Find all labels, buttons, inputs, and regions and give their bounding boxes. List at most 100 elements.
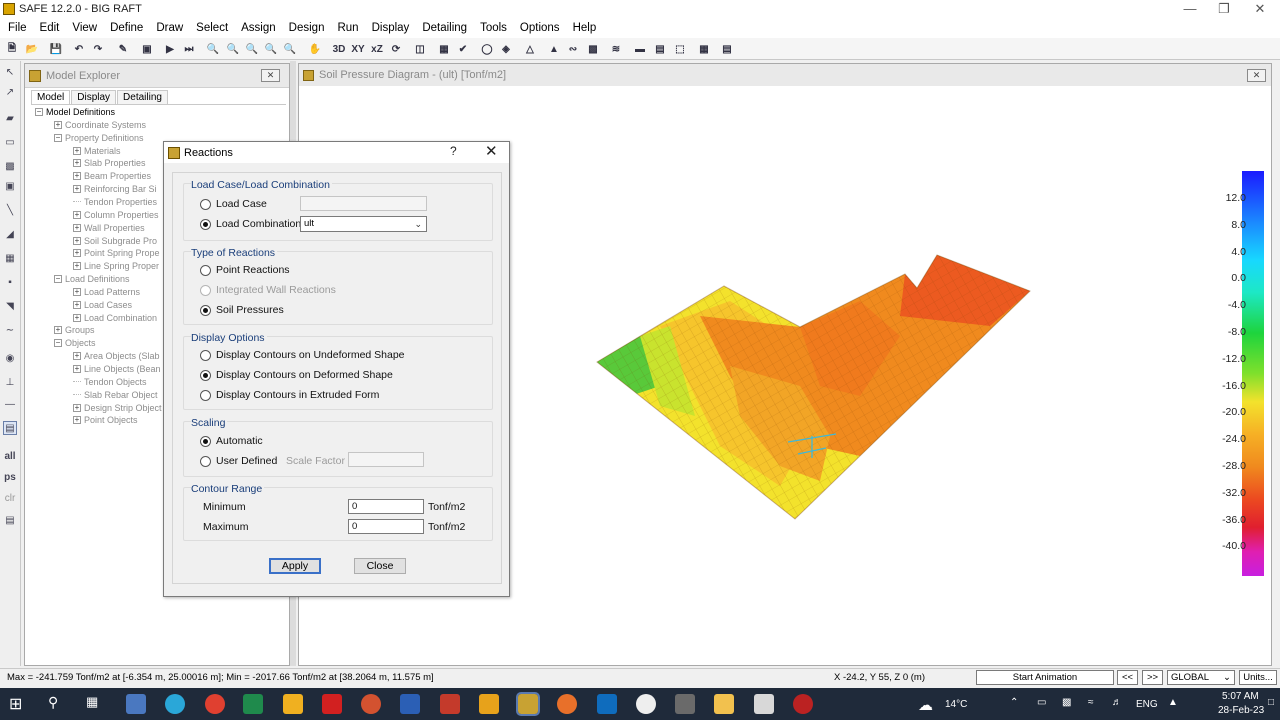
expand-toggle-icon[interactable]: +: [73, 313, 81, 322]
menu-options[interactable]: Options: [520, 22, 560, 34]
tab-model[interactable]: Model: [31, 90, 71, 104]
menu-help[interactable]: Help: [573, 22, 597, 34]
expand-toggle-icon[interactable]: −: [54, 275, 62, 284]
volume-icon[interactable]: ♬: [1112, 697, 1122, 708]
expand-toggle-icon[interactable]: −: [54, 339, 62, 348]
previous-selection-button[interactable]: ps: [3, 470, 17, 484]
triangle-icon[interactable]: △: [523, 42, 537, 56]
tree-item-load-patterns[interactable]: + Load Patterns: [73, 287, 140, 297]
tree-item-property-definitions[interactable]: − Property Definitions: [54, 133, 144, 143]
expand-toggle-icon[interactable]: +: [73, 416, 81, 425]
camera-app-icon[interactable]: [126, 694, 146, 714]
tree-item-point-objects[interactable]: + Point Objects: [73, 415, 138, 425]
tree-item-point-spring-prope[interactable]: + Point Spring Prope: [73, 248, 160, 258]
draw-tendon-icon[interactable]: ∼: [3, 323, 17, 337]
undeformed-radio[interactable]: Display Contours on Undeformed Shape: [200, 349, 405, 361]
chrome-icon[interactable]: [205, 694, 225, 714]
zoom-full-icon[interactable]: 🔍: [245, 42, 259, 56]
expand-toggle-icon[interactable]: +: [73, 210, 81, 219]
menu-tools[interactable]: Tools: [480, 22, 507, 34]
reshape-icon[interactable]: ↗: [3, 85, 17, 99]
weather-cloud-icon[interactable]: ☁: [918, 696, 933, 714]
automatic-radio[interactable]: Automatic: [200, 435, 263, 447]
pencil-icon[interactable]: ✎: [116, 42, 130, 56]
tab-detailing[interactable]: Detailing: [117, 90, 168, 104]
etabs-icon[interactable]: [440, 694, 460, 714]
menu-run[interactable]: Run: [337, 22, 358, 34]
new-file-icon[interactable]: 🗎: [5, 42, 19, 56]
expand-toggle-icon[interactable]: +: [73, 185, 81, 194]
dialog-close-icon[interactable]: ✕: [485, 142, 498, 160]
load-case-radio[interactable]: Load Case: [200, 198, 267, 210]
dialog-help-button[interactable]: ?: [450, 144, 457, 158]
menu-select[interactable]: Select: [196, 22, 228, 34]
view-xy-button[interactable]: XY: [350, 42, 366, 56]
run-step-icon[interactable]: ⏭: [182, 42, 196, 56]
edge-browser-icon[interactable]: [165, 694, 185, 714]
expand-toggle-icon[interactable]: +: [73, 223, 81, 232]
clock-time[interactable]: 5:07 AM: [1222, 691, 1259, 702]
save-icon[interactable]: 💾: [49, 42, 63, 56]
display-icon[interactable]: ▩: [1062, 697, 1071, 708]
menu-edit[interactable]: Edit: [40, 22, 60, 34]
draw-column-icon[interactable]: ▦: [3, 251, 17, 265]
draw-slab-icon[interactable]: ▩: [3, 159, 17, 173]
grid-icon[interactable]: ▦: [697, 42, 711, 56]
deformed-radio[interactable]: Display Contours on Deformed Shape: [200, 369, 393, 381]
store-icon[interactable]: [283, 694, 303, 714]
notification-icon[interactable]: □: [1268, 697, 1274, 708]
firefox-icon[interactable]: [557, 694, 577, 714]
load-combination-select[interactable]: ult ⌄: [300, 216, 427, 232]
expand-toggle-icon[interactable]: −: [54, 133, 62, 142]
measure-icon[interactable]: —: [3, 397, 17, 411]
extruded-radio[interactable]: Display Contours in Extruded Form: [200, 389, 379, 401]
menu-display[interactable]: Display: [372, 22, 410, 34]
draw-beam-icon[interactable]: ◢: [3, 227, 17, 241]
zoom-out-icon[interactable]: 🔍: [283, 42, 297, 56]
excel-icon[interactable]: [243, 694, 263, 714]
start-animation-button[interactable]: Start Animation: [976, 670, 1114, 685]
zoom-window-icon[interactable]: 🔍: [206, 42, 220, 56]
apply-button[interactable]: Apply: [269, 558, 321, 574]
run-icon[interactable]: ▶: [163, 42, 177, 56]
lock-icon[interactable]: ▣: [140, 42, 154, 56]
photo-app-icon[interactable]: [675, 694, 695, 714]
file-explorer-icon[interactable]: [714, 694, 734, 714]
language-indicator[interactable]: ENG: [1136, 699, 1158, 710]
expand-toggle-icon[interactable]: +: [54, 120, 62, 129]
tree-item-materials[interactable]: + Materials: [73, 146, 121, 156]
report-icon[interactable]: ▤: [720, 42, 734, 56]
tree-item-reinforcing-bar-si[interactable]: + Reinforcing Bar Si: [73, 184, 157, 194]
restore-icon[interactable]: ❐: [1206, 0, 1242, 18]
strip-icon[interactable]: ≋: [609, 42, 623, 56]
tree-item-coordinate-systems[interactable]: + Coordinate Systems: [54, 120, 146, 130]
pan-icon[interactable]: ✋: [308, 42, 322, 56]
menu-define[interactable]: Define: [110, 22, 143, 34]
deformed-shape-icon[interactable]: ◈: [499, 42, 513, 56]
tree-item-area-objects-slab[interactable]: + Area Objects (Slab: [73, 351, 160, 361]
soil-pressures-radio[interactable]: Soil Pressures: [200, 304, 284, 316]
tree-item-tendon-properties[interactable]: Tendon Properties: [73, 197, 157, 207]
draw-point-icon[interactable]: ◉: [3, 351, 17, 365]
draw-rect-icon[interactable]: ▭: [3, 135, 17, 149]
windows-start-icon[interactable]: ⊞: [9, 694, 29, 714]
expand-toggle-icon[interactable]: +: [73, 403, 81, 412]
menu-draw[interactable]: Draw: [156, 22, 183, 34]
expand-toggle-icon[interactable]: +: [73, 249, 81, 258]
media-app-icon[interactable]: [754, 694, 774, 714]
expand-toggle-icon[interactable]: +: [54, 326, 62, 335]
intersect-select-icon[interactable]: ▤: [3, 513, 17, 527]
perspective-icon[interactable]: ◫: [413, 42, 427, 56]
autocad-icon[interactable]: [322, 694, 342, 714]
search-icon[interactable]: ⚲: [48, 694, 68, 714]
task-view-icon[interactable]: ▦: [86, 694, 106, 714]
tree-item-groups[interactable]: + Groups: [54, 325, 95, 335]
sap-icon[interactable]: [479, 694, 499, 714]
maximum-input[interactable]: 0: [348, 519, 424, 534]
tree-item-load-cases[interactable]: + Load Cases: [73, 300, 132, 310]
recorder-icon[interactable]: [793, 694, 813, 714]
draw-line-icon[interactable]: ╲: [3, 203, 17, 217]
select-all-button[interactable]: all: [3, 449, 17, 463]
tree-item-wall-properties[interactable]: + Wall Properties: [73, 223, 145, 233]
outlook-icon[interactable]: [597, 694, 617, 714]
